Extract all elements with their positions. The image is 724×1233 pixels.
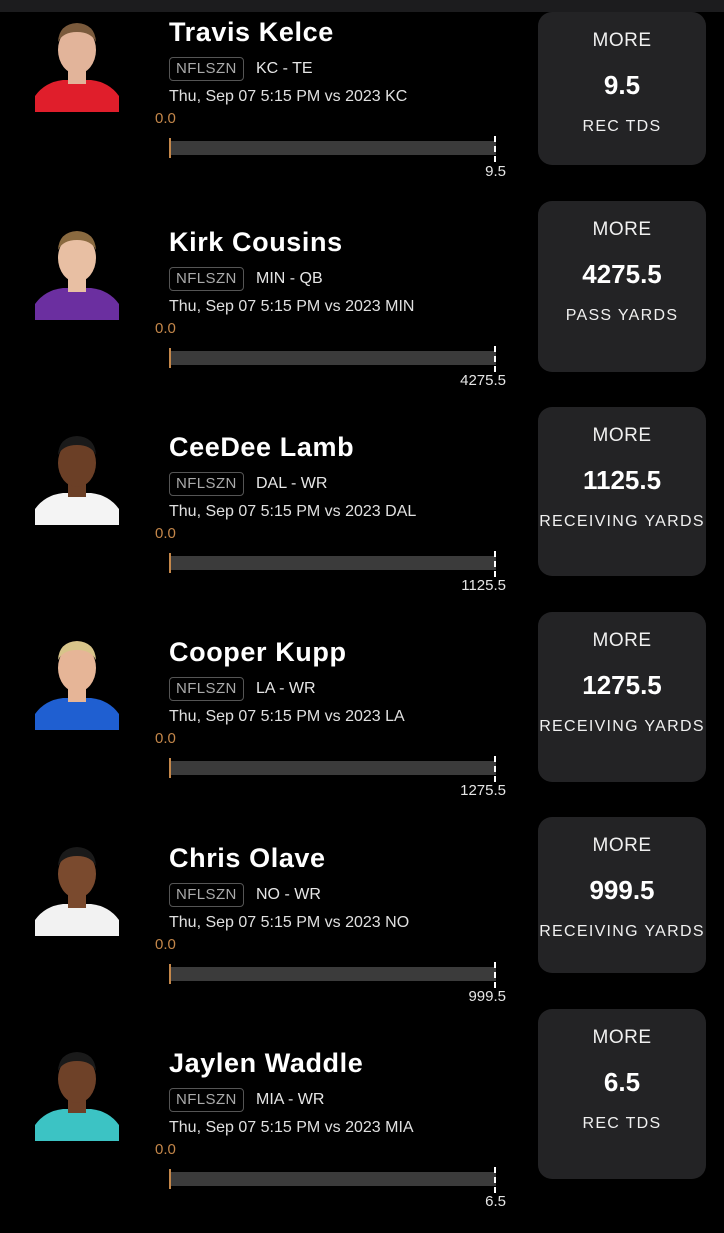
more-pick-button[interactable]: MORE 1275.5 RECEIVING YARDS — [538, 612, 706, 782]
more-pick-button[interactable]: MORE 999.5 RECEIVING YARDS — [538, 817, 706, 973]
season-badge: NFLSZN — [169, 1088, 244, 1112]
pick-direction: MORE — [592, 1027, 652, 1048]
line-min-label: 0.0 — [155, 525, 176, 542]
player-name[interactable]: Travis Kelce — [169, 17, 334, 48]
player-name[interactable]: Jaylen Waddle — [169, 1048, 363, 1079]
line-max-label: 1275.5 — [460, 782, 506, 799]
projection-bar — [170, 761, 496, 775]
player-avatar — [35, 1041, 119, 1141]
line-max-label: 9.5 — [485, 163, 506, 180]
team-position: LA - WR — [256, 680, 316, 697]
stat-line-value: 1275.5 — [582, 670, 662, 700]
more-pick-button[interactable]: MORE 4275.5 PASS YARDS — [538, 201, 706, 372]
line-max-label: 999.5 — [468, 988, 506, 1005]
player-avatar — [35, 630, 119, 730]
stat-type: PASS YARDS — [565, 307, 679, 324]
line-max-label: 1125.5 — [461, 577, 506, 594]
player-row[interactable]: CeeDee Lamb NFLSZN DAL - WR Thu, Sep 07 … — [0, 407, 724, 617]
stat-type: RECEIVING YARDS — [539, 513, 705, 530]
projection-bar — [170, 556, 496, 570]
more-pick-button[interactable]: MORE 9.5 REC TDS — [538, 12, 706, 165]
game-date: Thu, Sep 07 5:15 PM vs 2023 KC — [169, 88, 408, 105]
game-date: Thu, Sep 07 5:15 PM vs 2023 LA — [169, 708, 405, 725]
player-name[interactable]: Kirk Cousins — [169, 227, 343, 258]
projection-bar — [170, 967, 496, 981]
line-max-label: 6.5 — [485, 1193, 506, 1210]
line-min-label: 0.0 — [155, 110, 176, 127]
pick-direction: MORE — [592, 835, 652, 856]
stat-line-value: 4275.5 — [582, 259, 662, 289]
game-date: Thu, Sep 07 5:15 PM vs 2023 MIA — [169, 1119, 414, 1136]
season-badge: NFLSZN — [169, 57, 244, 81]
bar-start-marker — [169, 553, 171, 573]
stat-type: RECEIVING YARDS — [539, 718, 705, 735]
player-name[interactable]: Chris Olave — [169, 843, 326, 874]
stat-line-value: 6.5 — [603, 1067, 641, 1097]
bar-start-marker — [169, 348, 171, 368]
season-badge: NFLSZN — [169, 267, 244, 291]
team-position: NO - WR — [256, 886, 321, 903]
projection-bar — [170, 351, 496, 365]
player-name[interactable]: Cooper Kupp — [169, 637, 347, 668]
game-date: Thu, Sep 07 5:15 PM vs 2023 MIN — [169, 298, 415, 315]
more-pick-button[interactable]: MORE 6.5 REC TDS — [538, 1009, 706, 1179]
bar-start-marker — [169, 138, 171, 158]
line-max-label: 4275.5 — [460, 372, 506, 389]
player-avatar — [35, 220, 119, 320]
line-min-label: 0.0 — [155, 936, 176, 953]
projection-bar — [170, 1172, 496, 1186]
player-avatar — [35, 836, 119, 936]
player-avatar — [35, 12, 119, 112]
bar-line-marker — [494, 1167, 496, 1193]
season-badge: NFLSZN — [169, 883, 244, 907]
bar-line-marker — [494, 346, 496, 372]
player-row[interactable]: Jaylen Waddle NFLSZN MIA - WR Thu, Sep 0… — [0, 1009, 724, 1233]
bar-start-marker — [169, 964, 171, 984]
game-date: Thu, Sep 07 5:15 PM vs 2023 DAL — [169, 503, 417, 520]
player-row[interactable]: Travis Kelce NFLSZN KC - TE Thu, Sep 07 … — [0, 0, 724, 206]
line-min-label: 0.0 — [155, 1141, 176, 1158]
stat-line-value: 9.5 — [603, 70, 641, 100]
more-pick-button[interactable]: MORE 1125.5 RECEIVING YARDS — [538, 407, 706, 576]
stat-line-value: 999.5 — [589, 875, 655, 905]
stat-line-value: 1125.5 — [582, 465, 662, 495]
pick-direction: MORE — [592, 30, 652, 51]
bar-line-marker — [494, 136, 496, 162]
bar-line-marker — [494, 551, 496, 577]
stat-type: REC TDS — [582, 1115, 662, 1132]
game-date: Thu, Sep 07 5:15 PM vs 2023 NO — [169, 914, 410, 931]
bar-start-marker — [169, 758, 171, 778]
team-position: MIN - QB — [256, 270, 323, 287]
player-avatar — [35, 425, 119, 525]
projection-bar — [170, 141, 496, 155]
season-badge: NFLSZN — [169, 677, 244, 701]
bar-start-marker — [169, 1169, 171, 1189]
bar-line-marker — [494, 962, 496, 988]
player-row[interactable]: Chris Olave NFLSZN NO - WR Thu, Sep 07 5… — [0, 817, 724, 1028]
team-position: MIA - WR — [256, 1091, 325, 1108]
stat-type: REC TDS — [582, 118, 662, 135]
pick-direction: MORE — [592, 219, 652, 240]
player-row[interactable]: Kirk Cousins NFLSZN MIN - QB Thu, Sep 07… — [0, 201, 724, 412]
line-min-label: 0.0 — [155, 320, 176, 337]
team-position: KC - TE — [256, 60, 313, 77]
team-position: DAL - WR — [256, 475, 328, 492]
player-name[interactable]: CeeDee Lamb — [169, 432, 354, 463]
player-row[interactable]: Cooper Kupp NFLSZN LA - WR Thu, Sep 07 5… — [0, 612, 724, 822]
season-badge: NFLSZN — [169, 472, 244, 496]
bar-line-marker — [494, 756, 496, 782]
pick-direction: MORE — [592, 425, 652, 446]
stat-type: RECEIVING YARDS — [539, 923, 705, 940]
pick-direction: MORE — [592, 630, 652, 651]
line-min-label: 0.0 — [155, 730, 176, 747]
